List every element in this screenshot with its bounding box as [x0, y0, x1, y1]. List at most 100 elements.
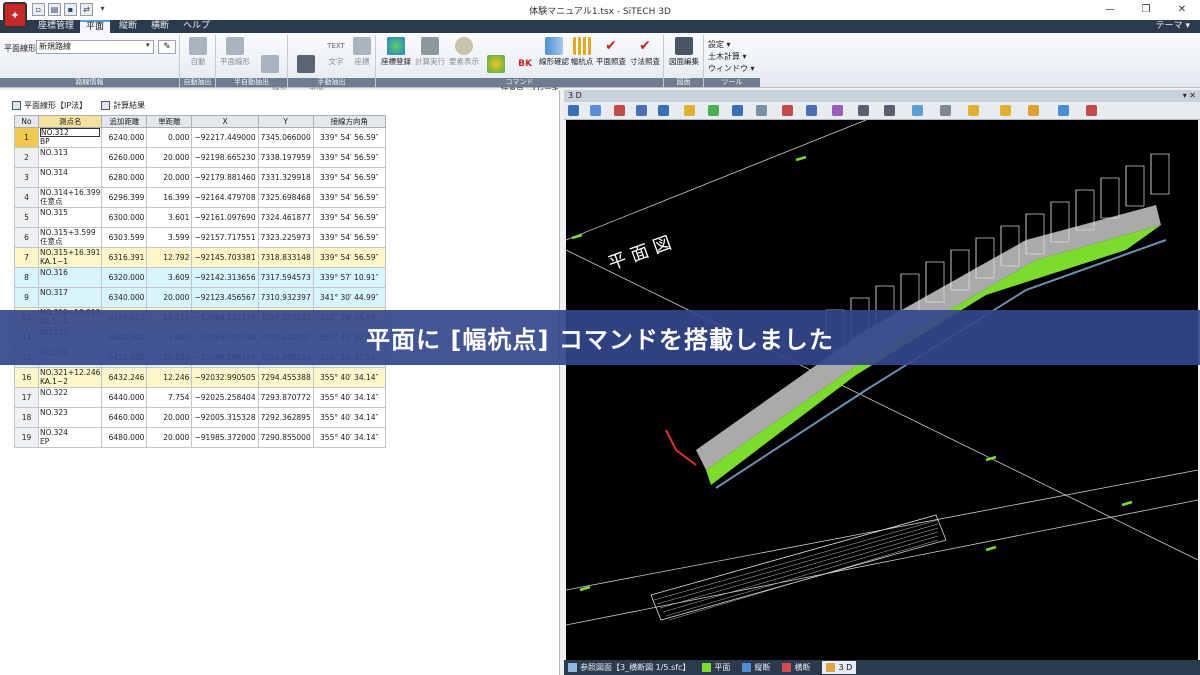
x-coord[interactable]: −92005.315328	[191, 407, 259, 428]
single-distance[interactable]: 16.399	[146, 187, 193, 208]
station-name[interactable]: NO.314+16.399 任意点	[37, 187, 103, 208]
tangent-angle[interactable]: 339° 54′ 56.59″	[312, 167, 386, 188]
dim-check-button[interactable]: ✔ 寸法照査	[628, 37, 662, 66]
y-coord[interactable]: 7317.594573	[257, 267, 314, 288]
plane-check-button[interactable]: ✔ 平面照査	[594, 37, 628, 66]
table-row[interactable]: 5 NO.315 6300.000 3.601 −92161.097690 7324.46…	[14, 207, 386, 228]
tab-help[interactable]: ヘルプ	[177, 20, 216, 33]
tangent-angle[interactable]: 355° 40′ 34.14″	[312, 407, 386, 428]
view-tool-icon[interactable]	[968, 105, 979, 116]
tangent-angle[interactable]: 355° 40′ 34.14″	[312, 427, 386, 448]
row-number[interactable]: 17	[14, 387, 39, 408]
add-distance[interactable]: 6280.000	[101, 167, 148, 188]
add-distance[interactable]: 6240.000	[101, 127, 148, 148]
view-tool-icon[interactable]	[684, 105, 695, 116]
view-tool-icon[interactable]	[884, 105, 895, 116]
view-tool-icon[interactable]	[1086, 105, 1097, 116]
view-tool-icon[interactable]	[708, 105, 719, 116]
view-tool-icon[interactable]	[756, 105, 767, 116]
coord-reg-button[interactable]: 座標登録	[380, 37, 412, 66]
view-tool-icon[interactable]	[1000, 105, 1011, 116]
add-distance[interactable]: 6320.000	[101, 267, 148, 288]
pane-3d-controls[interactable]: ▾ ✕	[1183, 90, 1196, 102]
tab-plane-line-ip[interactable]: 平面線形【IP法】	[12, 100, 87, 111]
row-number[interactable]: 6	[14, 227, 39, 248]
y-coord[interactable]: 7345.066000	[257, 127, 314, 148]
settings-menu[interactable]: 設定 ▾	[708, 39, 731, 50]
row-number[interactable]: 2	[14, 147, 39, 168]
row-number[interactable]: 3	[14, 167, 39, 188]
row-number[interactable]: 8	[14, 267, 39, 288]
tangent-angle[interactable]: 339° 54′ 56.59″	[312, 207, 386, 228]
tangent-angle[interactable]: 339° 54′ 56.59″	[312, 127, 386, 148]
single-distance[interactable]: 20.000	[146, 147, 193, 168]
app-logo[interactable]: ✦	[3, 2, 27, 28]
tangent-angle[interactable]: 339° 54′ 56.59″	[312, 147, 386, 168]
view-tool-icon[interactable]	[940, 105, 951, 116]
x-coord[interactable]: −92032.990505	[191, 367, 259, 388]
width-point-button[interactable]: 幅杭点	[570, 37, 594, 66]
view-tool-icon[interactable]	[858, 105, 869, 116]
view-tool-icon[interactable]	[658, 105, 669, 116]
add-distance[interactable]: 6316.391	[101, 247, 148, 268]
view-tab-cross[interactable]: 横断	[782, 662, 810, 673]
tab-plane[interactable]: 平面	[80, 20, 111, 33]
table-row[interactable]: 9 NO.317 6340.000 20.000 −92123.456567 7310.9…	[14, 287, 386, 308]
table-row[interactable]: 19 NO.324 EP 6480.000 20.000 −91985.372000 729…	[14, 427, 386, 448]
tab-cross[interactable]: 横断	[145, 20, 175, 33]
table-row[interactable]: 17 NO.322 6440.000 7.754 −92025.258404 7293.8…	[14, 387, 386, 408]
station-name[interactable]: NO.323	[37, 407, 103, 428]
calc-run-button[interactable]: 計算実行	[414, 37, 446, 66]
single-distance[interactable]: 7.754	[146, 387, 193, 408]
add-distance[interactable]: 6340.000	[101, 287, 148, 308]
x-coord[interactable]: −92217.449000	[191, 127, 259, 148]
station-name[interactable]: NO.315+16.391 KA.1−1	[37, 247, 103, 268]
add-distance[interactable]: 6296.399	[101, 187, 148, 208]
drawing-edit-button[interactable]: 図面編集	[666, 37, 702, 66]
tangent-angle[interactable]: 339° 57′ 10.91″	[312, 267, 386, 288]
station-name[interactable]: NO.314	[37, 167, 103, 188]
row-number[interactable]: 9	[14, 287, 39, 308]
table-row[interactable]: 7 NO.315+16.391 KA.1−1 6316.391 12.792 −92145…	[14, 247, 386, 268]
y-coord[interactable]: 7293.870772	[257, 387, 314, 408]
view-tool-icon[interactable]	[912, 105, 923, 116]
y-coord[interactable]: 7323.225973	[257, 227, 314, 248]
station-name[interactable]: NO.315+3.599 任意点	[37, 227, 103, 248]
view-tab-plane[interactable]: 平面	[702, 662, 730, 673]
x-coord[interactable]: −92157.717551	[191, 227, 259, 248]
line-check-button[interactable]: 線形確認	[538, 37, 570, 66]
single-distance[interactable]: 3.599	[146, 227, 193, 248]
x-coord[interactable]: −92161.097690	[191, 207, 259, 228]
x-coord[interactable]: −92123.456567	[191, 287, 259, 308]
y-coord[interactable]: 7331.329918	[257, 167, 314, 188]
table-row[interactable]: 8 NO.316 6320.000 3.609 −92142.313656 7317.59…	[14, 267, 386, 288]
view-tool-icon[interactable]	[806, 105, 817, 116]
column-header[interactable]: 接線方向角	[312, 115, 386, 128]
y-coord[interactable]: 7325.698468	[257, 187, 314, 208]
y-coord[interactable]: 7318.833148	[257, 247, 314, 268]
ref-drawing[interactable]: 参照図面【3_横断図 1/5.sfc】	[568, 662, 690, 673]
table-row[interactable]: 16 NO.321+12.246 KA.1−2 6432.246 12.246 −9203…	[14, 367, 386, 388]
minimize-button[interactable]: —	[1092, 0, 1128, 20]
station-name[interactable]: NO.317	[37, 287, 103, 308]
civil-calc-menu[interactable]: 土木計算 ▾	[708, 51, 747, 62]
station-name[interactable]: NO.321+12.246 KA.1−2	[37, 367, 103, 388]
tangent-angle[interactable]: 355° 40′ 34.14″	[312, 367, 386, 388]
column-header[interactable]: No	[14, 115, 39, 128]
y-coord[interactable]: 7310.932397	[257, 287, 314, 308]
plane-line-button[interactable]: 平面線形	[219, 37, 251, 66]
add-distance[interactable]: 6260.000	[101, 147, 148, 168]
view-tool-icon[interactable]	[636, 105, 647, 116]
single-distance[interactable]: 3.601	[146, 207, 193, 228]
view-tab-3d[interactable]: 3 D	[822, 661, 857, 674]
view-tool-icon[interactable]	[590, 105, 601, 116]
single-distance[interactable]: 20.000	[146, 427, 193, 448]
tangent-angle[interactable]: 339° 54′ 56.59″	[312, 247, 386, 268]
single-distance[interactable]: 20.000	[146, 287, 193, 308]
single-distance[interactable]: 20.000	[146, 407, 193, 428]
tangent-angle[interactable]: 339° 54′ 56.59″	[312, 227, 386, 248]
view-tab-longitudinal[interactable]: 縦断	[742, 662, 770, 673]
x-coord[interactable]: −91985.372000	[191, 427, 259, 448]
station-name[interactable]: NO.316	[37, 267, 103, 288]
x-coord[interactable]: −92145.703381	[191, 247, 259, 268]
